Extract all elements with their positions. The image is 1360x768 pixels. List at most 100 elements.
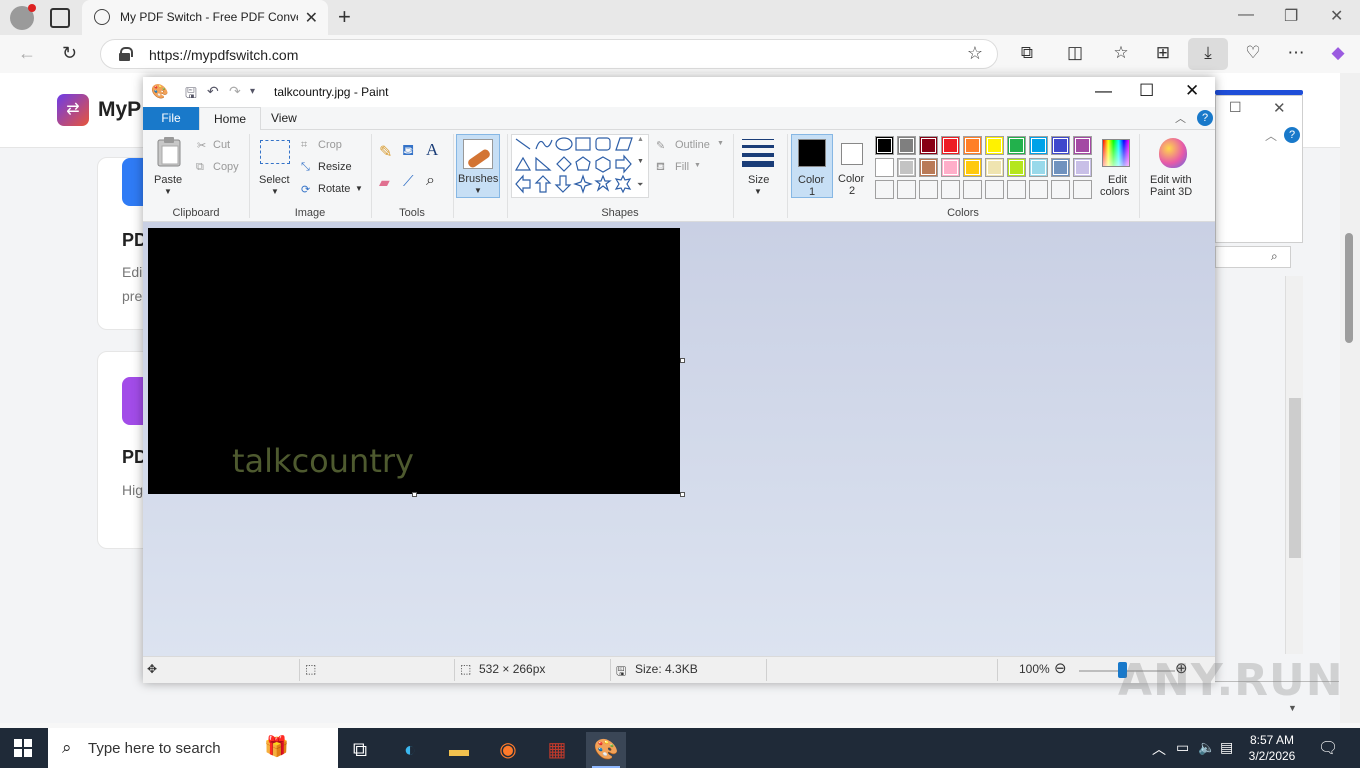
panel-collapse-icon[interactable]: ︿ [1265, 127, 1277, 144]
resize-handle-bottom[interactable] [412, 492, 417, 497]
palette-swatch[interactable] [1051, 136, 1070, 155]
outline-dropdown-icon[interactable]: ▼ [717, 140, 724, 147]
zoom-out-icon[interactable]: ⊖ [1054, 659, 1067, 677]
help-icon[interactable]: ? [1197, 110, 1213, 126]
paint-maximize-icon[interactable]: ☐ [1139, 81, 1154, 101]
palette-swatch[interactable] [897, 180, 916, 199]
palette-swatch[interactable] [919, 158, 938, 177]
save-icon[interactable]: 🖫 [185, 83, 197, 107]
panel-search-icon[interactable]: ⌕ [1271, 249, 1278, 264]
palette-swatch[interactable] [875, 180, 894, 199]
download-icon[interactable]: ⤓ [1197, 43, 1219, 63]
tab-home[interactable]: Home [199, 107, 262, 131]
palette-swatch[interactable] [941, 180, 960, 199]
color1-button[interactable]: Color 1 [791, 134, 833, 198]
refresh-icon[interactable]: ↻ [62, 43, 77, 64]
shapes-scroll-up-icon[interactable]: ▲ [637, 136, 644, 143]
file-menu[interactable]: File [143, 107, 199, 130]
fill-bucket-icon[interactable]: ⛾ [402, 142, 414, 161]
panel-help-icon[interactable]: ? [1284, 127, 1300, 143]
cut-icon[interactable]: ✂ [197, 139, 206, 152]
crop-icon[interactable]: ⌗ [301, 139, 307, 152]
palette-swatch[interactable] [985, 136, 1004, 155]
collections-icon[interactable]: ⊞ [1152, 43, 1174, 63]
palette-swatch[interactable] [941, 158, 960, 177]
browser-essentials-icon[interactable]: ♡ [1242, 43, 1264, 63]
paint-app-icon[interactable]: 🎨 [151, 83, 168, 100]
fill-dropdown-icon[interactable]: ▼ [694, 162, 701, 169]
copilot-icon[interactable]: ◆ [1327, 43, 1349, 63]
profile-avatar-icon[interactable] [10, 4, 36, 30]
color-picker-icon[interactable]: ⟋ [403, 173, 414, 190]
network-icon[interactable]: ▤ [1220, 739, 1233, 756]
select-dropdown-icon[interactable]: ▼ [271, 187, 279, 196]
size-button[interactable]: Size ▼ [739, 134, 779, 198]
shapes-scroll-down-icon[interactable]: ▼ [637, 158, 644, 165]
palette-swatch[interactable] [1007, 180, 1026, 199]
task-view-icon[interactable]: ⧉ [340, 732, 380, 768]
more-menu-icon[interactable]: ⋯ [1285, 43, 1307, 63]
paste-button[interactable]: Paste ▼ [151, 134, 187, 198]
page-scrollbar[interactable] [1340, 73, 1360, 723]
page-scrollbar-thumb[interactable] [1345, 233, 1353, 343]
site-logo-icon[interactable]: ⇄ [57, 94, 89, 126]
color2-button[interactable]: Color 2 [835, 134, 871, 198]
select-button[interactable]: Select ▼ [255, 134, 295, 198]
favorite-star-icon[interactable]: ☆ [967, 43, 983, 64]
close-tab-icon[interactable]: ✕ [305, 8, 318, 28]
palette-swatch[interactable] [1029, 136, 1048, 155]
winrar-icon[interactable]: ▦ [537, 732, 577, 768]
palette-swatch[interactable] [875, 136, 894, 155]
palette-swatch[interactable] [1073, 136, 1092, 155]
eraser-icon[interactable]: ▰ [379, 174, 390, 191]
edit-colors-button[interactable]: Edit colors [1097, 134, 1135, 198]
panel-restore-icon[interactable]: ☐ [1229, 99, 1242, 116]
search-highlight-icon[interactable]: 🎁 [264, 734, 330, 762]
restore-icon[interactable]: ❐ [1284, 6, 1298, 26]
palette-swatch[interactable] [875, 158, 894, 177]
palette-swatch[interactable] [963, 136, 982, 155]
outline-icon[interactable]: ✎ [656, 139, 665, 152]
palette-swatch[interactable] [897, 158, 916, 177]
notifications-icon[interactable]: 🗨 [1318, 738, 1338, 758]
customize-toolbar-icon[interactable]: ▾ [250, 86, 255, 97]
resize-icon[interactable]: ⤡ [301, 161, 310, 174]
lock-icon[interactable] [119, 47, 133, 61]
paint-canvas-area[interactable]: talkcountry [143, 222, 1215, 656]
panel-close-icon[interactable]: ✕ [1273, 99, 1286, 117]
text-tool-icon[interactable]: A [426, 140, 438, 160]
tab-actions-icon[interactable] [50, 8, 70, 28]
address-bar[interactable]: https://mypdfswitch.com ☆ [100, 39, 998, 69]
shapes-gallery[interactable] [511, 134, 649, 198]
copy-button[interactable]: Copy [213, 161, 239, 173]
rotate-dropdown-icon[interactable]: ▼ [355, 184, 363, 193]
split-screen-icon[interactable]: ◫ [1064, 43, 1086, 63]
site-brand[interactable]: MyP [98, 98, 141, 122]
palette-swatch[interactable] [1051, 158, 1070, 177]
resize-button[interactable]: Resize [318, 161, 352, 173]
panel-scrollbar[interactable] [1285, 276, 1303, 654]
browser-tab[interactable]: My PDF Switch - Free PDF Conver ✕ [82, 0, 328, 35]
minimize-icon[interactable]: — [1238, 6, 1254, 24]
edge-icon[interactable]: ◐ [390, 732, 430, 768]
brushes-button[interactable]: Brushes ▼ [456, 134, 500, 198]
tray-overflow-icon[interactable]: ︿ [1152, 739, 1166, 759]
brushes-dropdown-icon[interactable]: ▼ [474, 186, 482, 195]
paint-minimize-icon[interactable]: — [1095, 81, 1112, 101]
resize-handle-corner[interactable] [680, 492, 685, 497]
taskbar-clock[interactable]: 8:57 AM 3/2/2026 [1240, 732, 1304, 764]
start-button[interactable] [14, 739, 32, 757]
file-explorer-icon[interactable]: ▬ [439, 732, 479, 768]
rotate-icon[interactable]: ⟳ [301, 183, 310, 196]
new-tab-icon[interactable]: + [338, 4, 351, 30]
palette-swatch[interactable] [919, 136, 938, 155]
palette-swatch[interactable] [1029, 158, 1048, 177]
pencil-icon[interactable]: ✎ [379, 142, 392, 162]
paste-dropdown-icon[interactable]: ▼ [164, 187, 172, 196]
palette-swatch[interactable] [897, 136, 916, 155]
taskbar-search[interactable]: ⌕ Type here to search 🎁 [48, 728, 338, 768]
paint-taskbar-icon[interactable]: 🎨 [586, 732, 626, 768]
palette-swatch[interactable] [1007, 136, 1026, 155]
palette-swatch[interactable] [985, 180, 1004, 199]
crop-button[interactable]: Crop [318, 139, 342, 151]
